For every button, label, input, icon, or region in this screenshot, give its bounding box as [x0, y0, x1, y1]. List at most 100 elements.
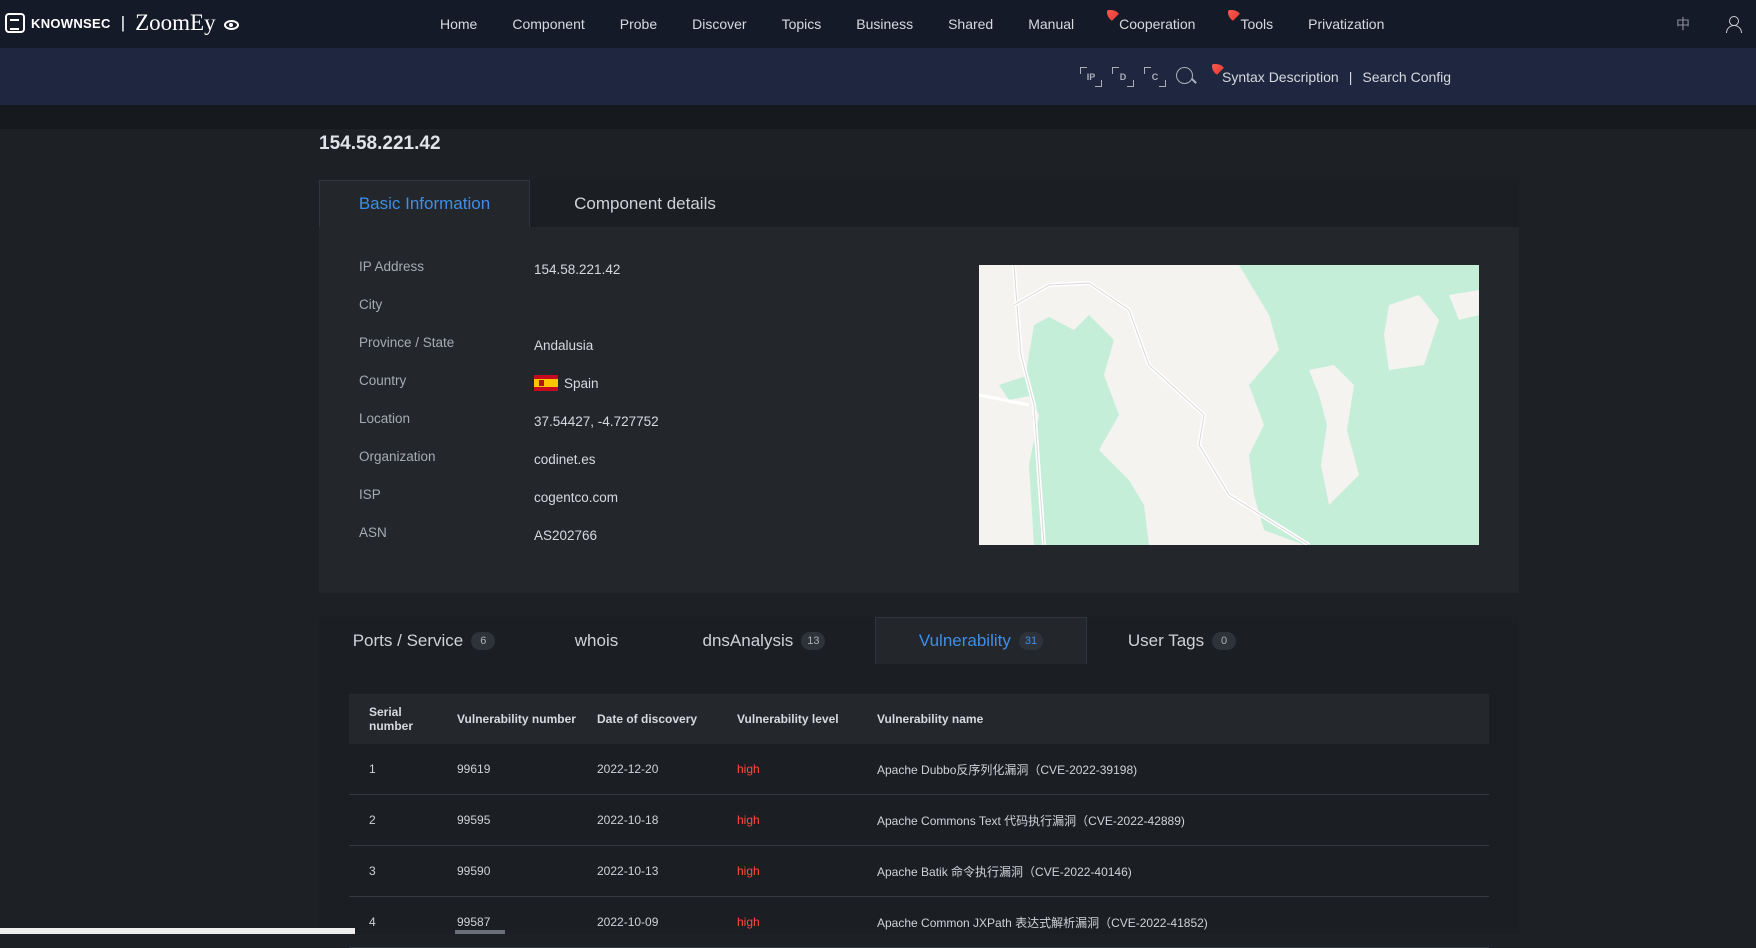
spain-flag-icon	[534, 375, 558, 391]
nav-privatization[interactable]: Privatization	[1308, 16, 1384, 32]
cell-vuln-name[interactable]: Apache Dubbo反序列化漏洞（CVE-2022-39198)	[869, 761, 1489, 778]
col-date-of-discovery: Date of discovery	[597, 712, 698, 726]
col-serial-number: Serial number	[369, 705, 414, 733]
info-row-province: Province / State Andalusia	[359, 335, 593, 355]
isp-label: ISP	[359, 487, 381, 502]
info-row-ip: IP Address 154.58.221.42	[359, 259, 620, 279]
knownsec-logo-icon	[5, 13, 25, 33]
nav-cooperation[interactable]: Cooperation	[1107, 10, 1196, 32]
nav-discover[interactable]: Discover	[692, 16, 746, 32]
nav-tools[interactable]: Tools	[1228, 10, 1274, 32]
tab-basic-information[interactable]: Basic Information	[319, 180, 530, 227]
tab-vulnerability-label: Vulnerability	[918, 631, 1011, 650]
tab-user-tags[interactable]: User Tags 0	[1087, 617, 1277, 664]
nav-cooperation-label: Cooperation	[1119, 16, 1196, 32]
page-title: 154.58.221.42	[319, 133, 441, 154]
hot-feather-icon	[1228, 10, 1243, 22]
hot-feather-icon	[1107, 10, 1122, 22]
search-config-link[interactable]: Search Config	[1362, 69, 1451, 85]
cell-date: 2022-10-09	[597, 915, 659, 929]
search-bar: IP D C Syntax Description | Search Confi…	[0, 48, 1756, 105]
syntax-description-link[interactable]: Syntax Description	[1210, 64, 1339, 85]
col-vulnerability-name: Vulnerability name	[877, 712, 984, 726]
info-row-city: City	[359, 297, 534, 317]
tab-whois-label: whois	[574, 630, 619, 650]
country-value: Spain	[534, 373, 599, 393]
main-menu: Home Component Probe Discover Topics Bus…	[440, 0, 1419, 48]
tab-user-tags-label: User Tags	[1127, 630, 1205, 650]
vulnerability-panel: Serial number Vulnerability number Date …	[319, 664, 1519, 948]
nav-right-tools: 中	[1676, 0, 1756, 48]
nav-probe[interactable]: Probe	[620, 16, 657, 32]
info-row-asn: ASN AS202766	[359, 525, 597, 545]
tab-ports-service-label: Ports / Service	[352, 630, 464, 650]
cell-vuln-number: 99595	[457, 813, 491, 827]
vulnerability-table: Serial number Vulnerability number Date …	[349, 694, 1489, 948]
isp-value: cogentco.com	[534, 489, 619, 505]
tab-ports-service[interactable]: Ports / Service 6	[319, 617, 529, 664]
nav-shared[interactable]: Shared	[948, 16, 993, 32]
country-name: Spain	[564, 375, 599, 391]
nav-home[interactable]: Home	[440, 16, 477, 32]
table-row[interactable]: 3 99590 2022-10-13 high Apache Batik 命令执…	[349, 846, 1489, 897]
user-tags-count-badge: 0	[1212, 631, 1237, 650]
ip-label: IP Address	[359, 259, 425, 274]
brand-logo[interactable]: KNOWNSEC | ZoomEy	[5, 10, 239, 36]
brand-separator: |	[120, 13, 126, 32]
search-links-separator: |	[1348, 69, 1353, 85]
location-map[interactable]	[979, 265, 1479, 545]
table-row[interactable]: 2 99595 2022-10-18 high Apache Commons T…	[349, 795, 1489, 846]
col-vulnerability-number: Vulnerability number	[457, 712, 576, 726]
cell-vuln-name[interactable]: Apache Commons Text 代码执行漏洞（CVE-2022-4288…	[869, 812, 1489, 829]
cell-level: high	[737, 915, 760, 929]
user-icon[interactable]	[1726, 16, 1742, 33]
table-row[interactable]: 4 99587 2022-10-09 high Apache Common JX…	[349, 897, 1489, 948]
ip-value: 154.58.221.42	[534, 261, 621, 277]
country-label: Country	[359, 373, 407, 388]
cell-serial: 2	[369, 813, 376, 827]
info-row-isp: ISP cogentco.com	[359, 487, 618, 507]
tab-whois[interactable]: whois	[529, 617, 664, 664]
province-value: Andalusia	[534, 337, 594, 353]
hot-feather-icon	[1212, 64, 1226, 76]
search-tools: IP D C Syntax Description | Search Confi…	[1080, 63, 1451, 91]
cell-date: 2022-10-13	[597, 864, 659, 878]
cell-date: 2022-10-18	[597, 813, 659, 827]
eye-icon	[223, 20, 239, 30]
brand-product: ZoomEy	[135, 10, 216, 35]
page-top-gap	[0, 105, 1756, 129]
search-icon[interactable]	[1176, 67, 1196, 87]
info-row-country: Country Spain	[359, 373, 599, 393]
dns-count-badge: 13	[801, 631, 826, 650]
cell-vuln-number: 99619	[457, 762, 491, 776]
tab-vulnerability[interactable]: Vulnerability 31	[875, 617, 1087, 664]
nav-topics[interactable]: Topics	[782, 16, 822, 32]
domain-scan-icon[interactable]: D	[1112, 67, 1134, 87]
tab-dns-analysis[interactable]: dnsAnalysis 13	[664, 617, 864, 664]
ip-scan-icon[interactable]: IP	[1080, 67, 1102, 87]
ports-count-badge: 6	[471, 631, 496, 650]
nav-component[interactable]: Component	[512, 16, 584, 32]
info-row-organization: Organization codinet.es	[359, 449, 596, 469]
cell-vuln-number: 99590	[457, 864, 491, 878]
table-scrollbar-thumb[interactable]	[455, 930, 505, 934]
cell-vuln-name[interactable]: Apache Batik 命令执行漏洞（CVE-2022-40146)	[869, 863, 1489, 880]
col-vulnerability-level: Vulnerability level	[737, 712, 839, 726]
host-info-tabs: Basic Information Component details	[319, 180, 1519, 227]
host-detail-tabs: Ports / Service 6 whois dnsAnalysis 13 V…	[319, 617, 1519, 664]
brand-company: KNOWNSEC	[31, 15, 111, 31]
province-label: Province / State	[359, 335, 455, 350]
nav-manual[interactable]: Manual	[1028, 16, 1074, 32]
nav-business[interactable]: Business	[856, 16, 913, 32]
table-row[interactable]: 1 99619 2022-12-20 high Apache Dubbo反序列化…	[349, 744, 1489, 795]
horizontal-scrollbar-track[interactable]	[0, 928, 355, 934]
cell-serial: 1	[369, 762, 376, 776]
tab-component-details[interactable]: Component details	[530, 180, 760, 227]
language-switch[interactable]: 中	[1676, 14, 1690, 34]
cell-vuln-name[interactable]: Apache Common JXPath 表达式解析漏洞（CVE-2022-41…	[869, 914, 1489, 931]
cell-vuln-number: 99587	[457, 915, 491, 929]
cidr-scan-icon[interactable]: C	[1144, 67, 1166, 87]
table-header: Serial number Vulnerability number Date …	[349, 694, 1489, 744]
nav-tools-label: Tools	[1240, 16, 1274, 32]
location-value: 37.54427, -4.727752	[534, 413, 659, 429]
